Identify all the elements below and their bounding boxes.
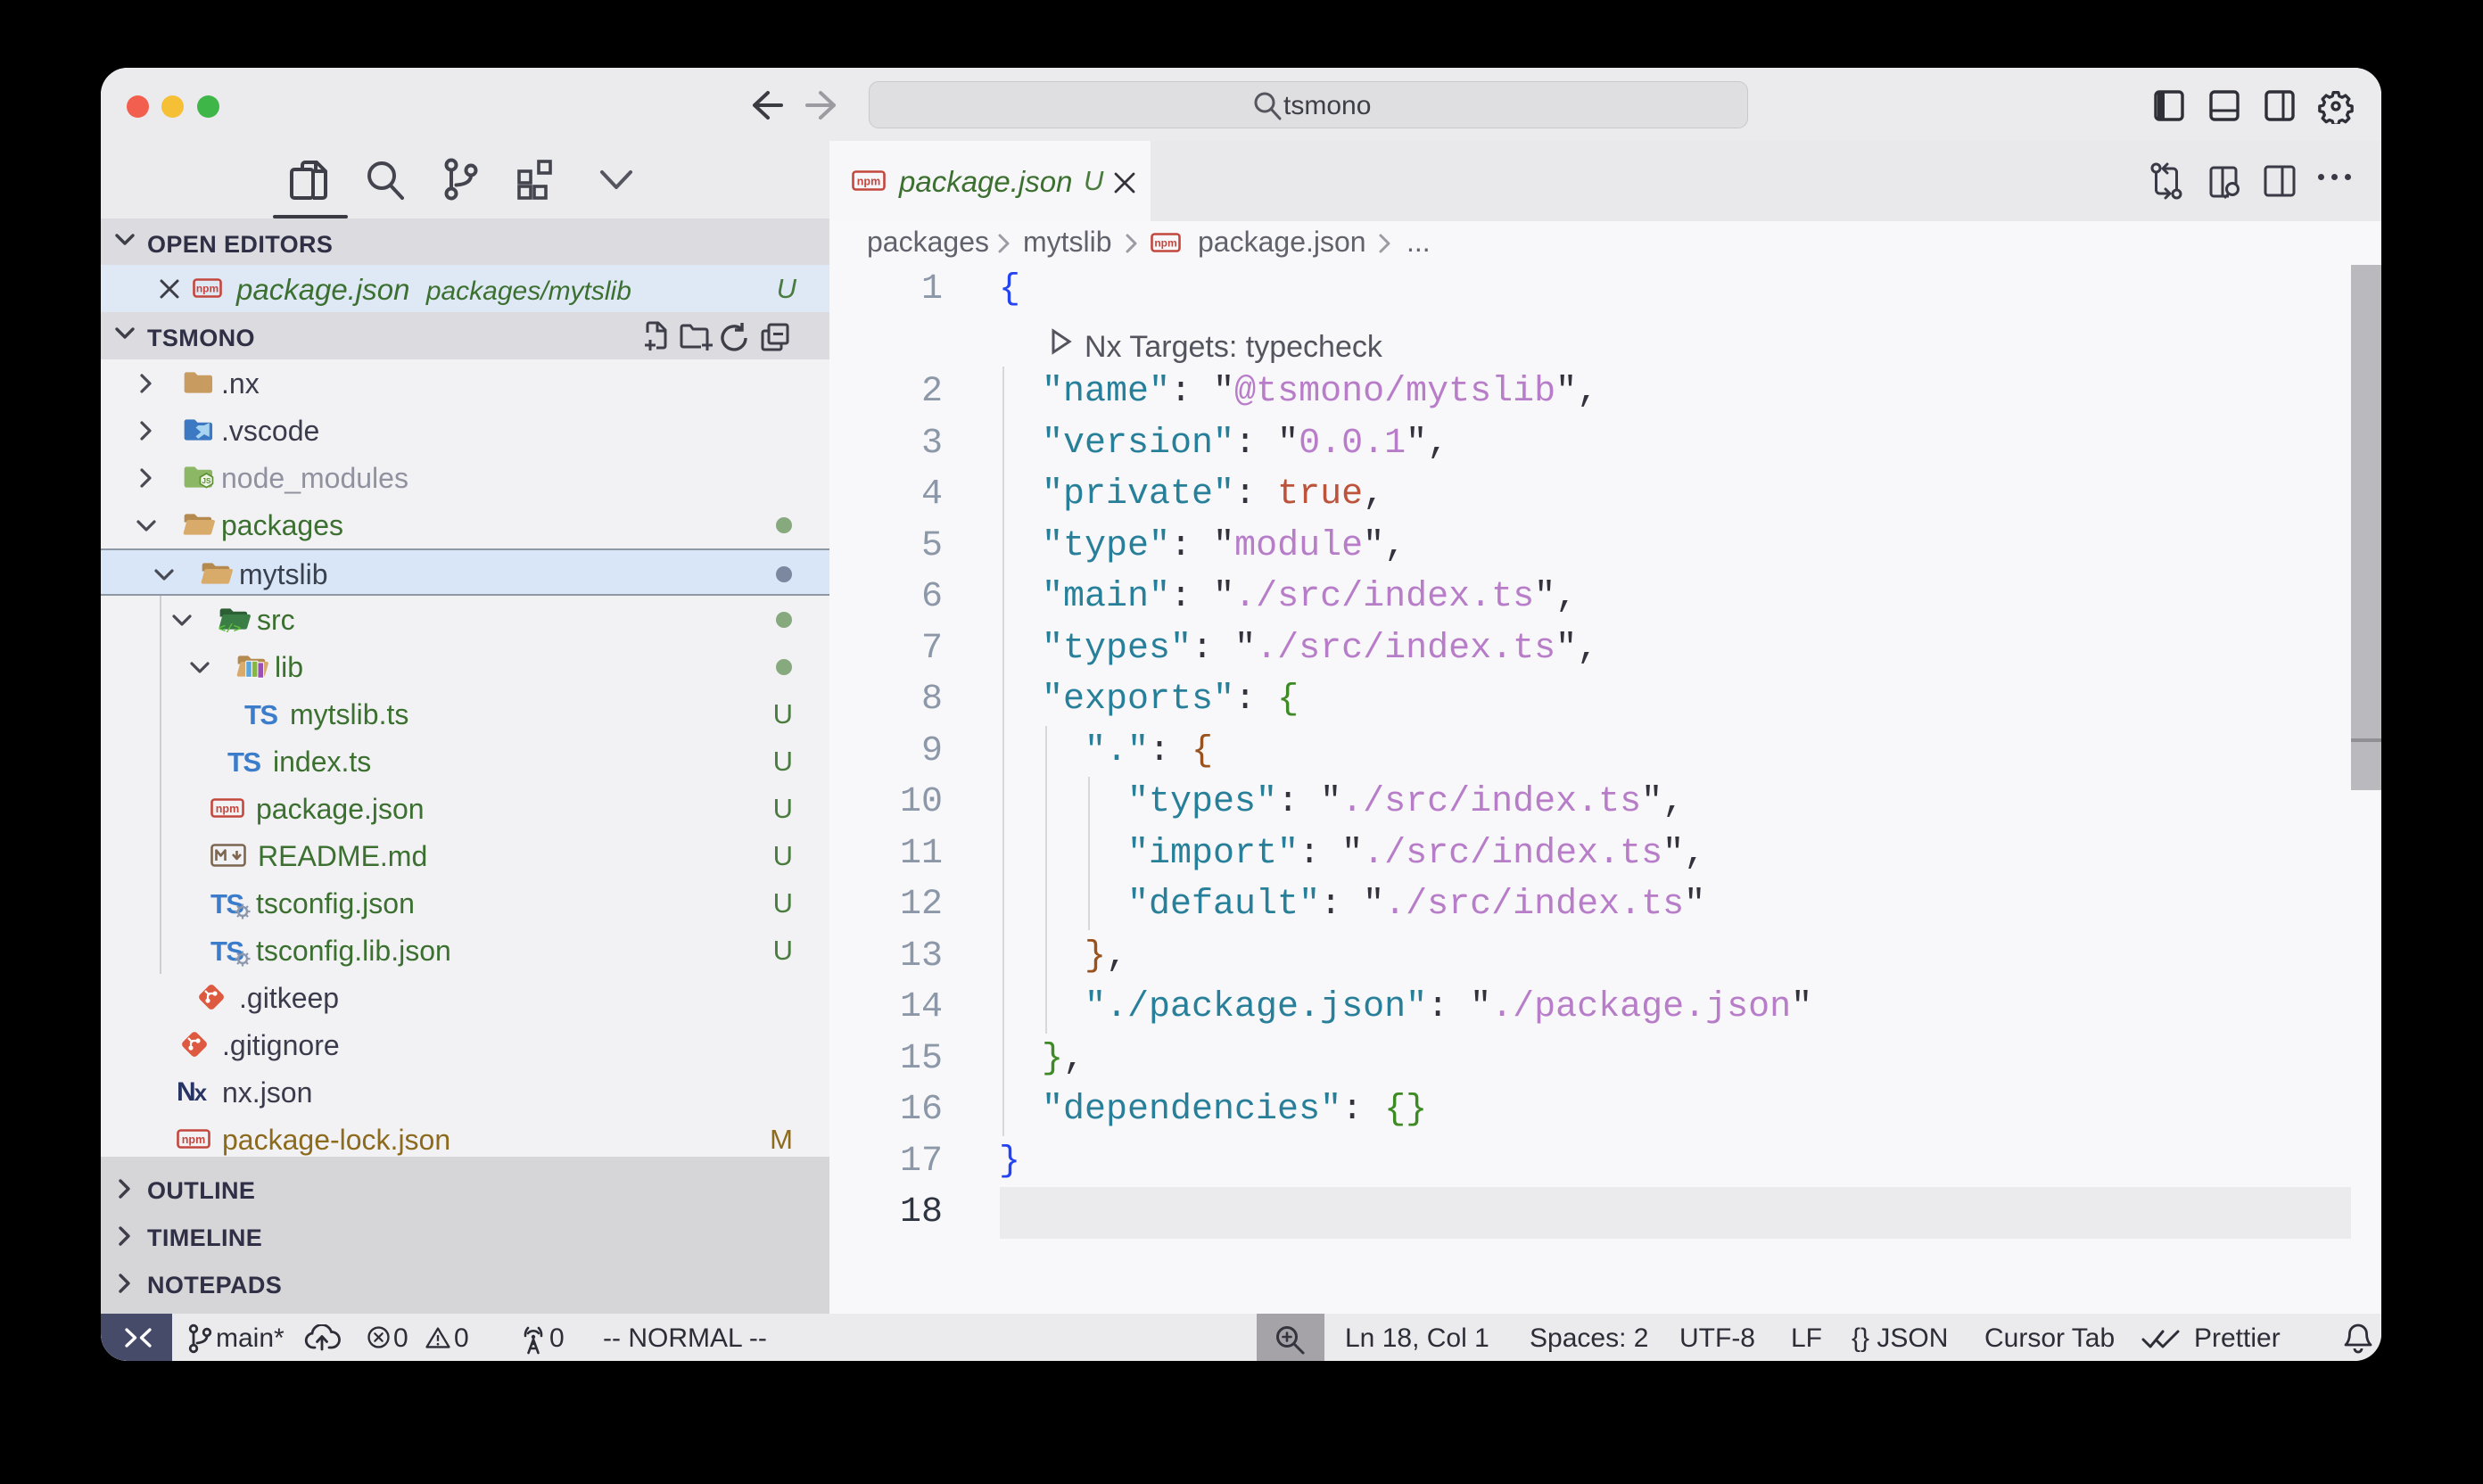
svg-text:npm: npm [1154,237,1176,250]
svg-text:npm: npm [182,1134,205,1146]
svg-text:npm: npm [857,176,880,188]
svg-text:JS: JS [202,477,211,485]
svg-text:</>: </> [219,622,241,633]
svg-text:npm: npm [216,803,239,815]
